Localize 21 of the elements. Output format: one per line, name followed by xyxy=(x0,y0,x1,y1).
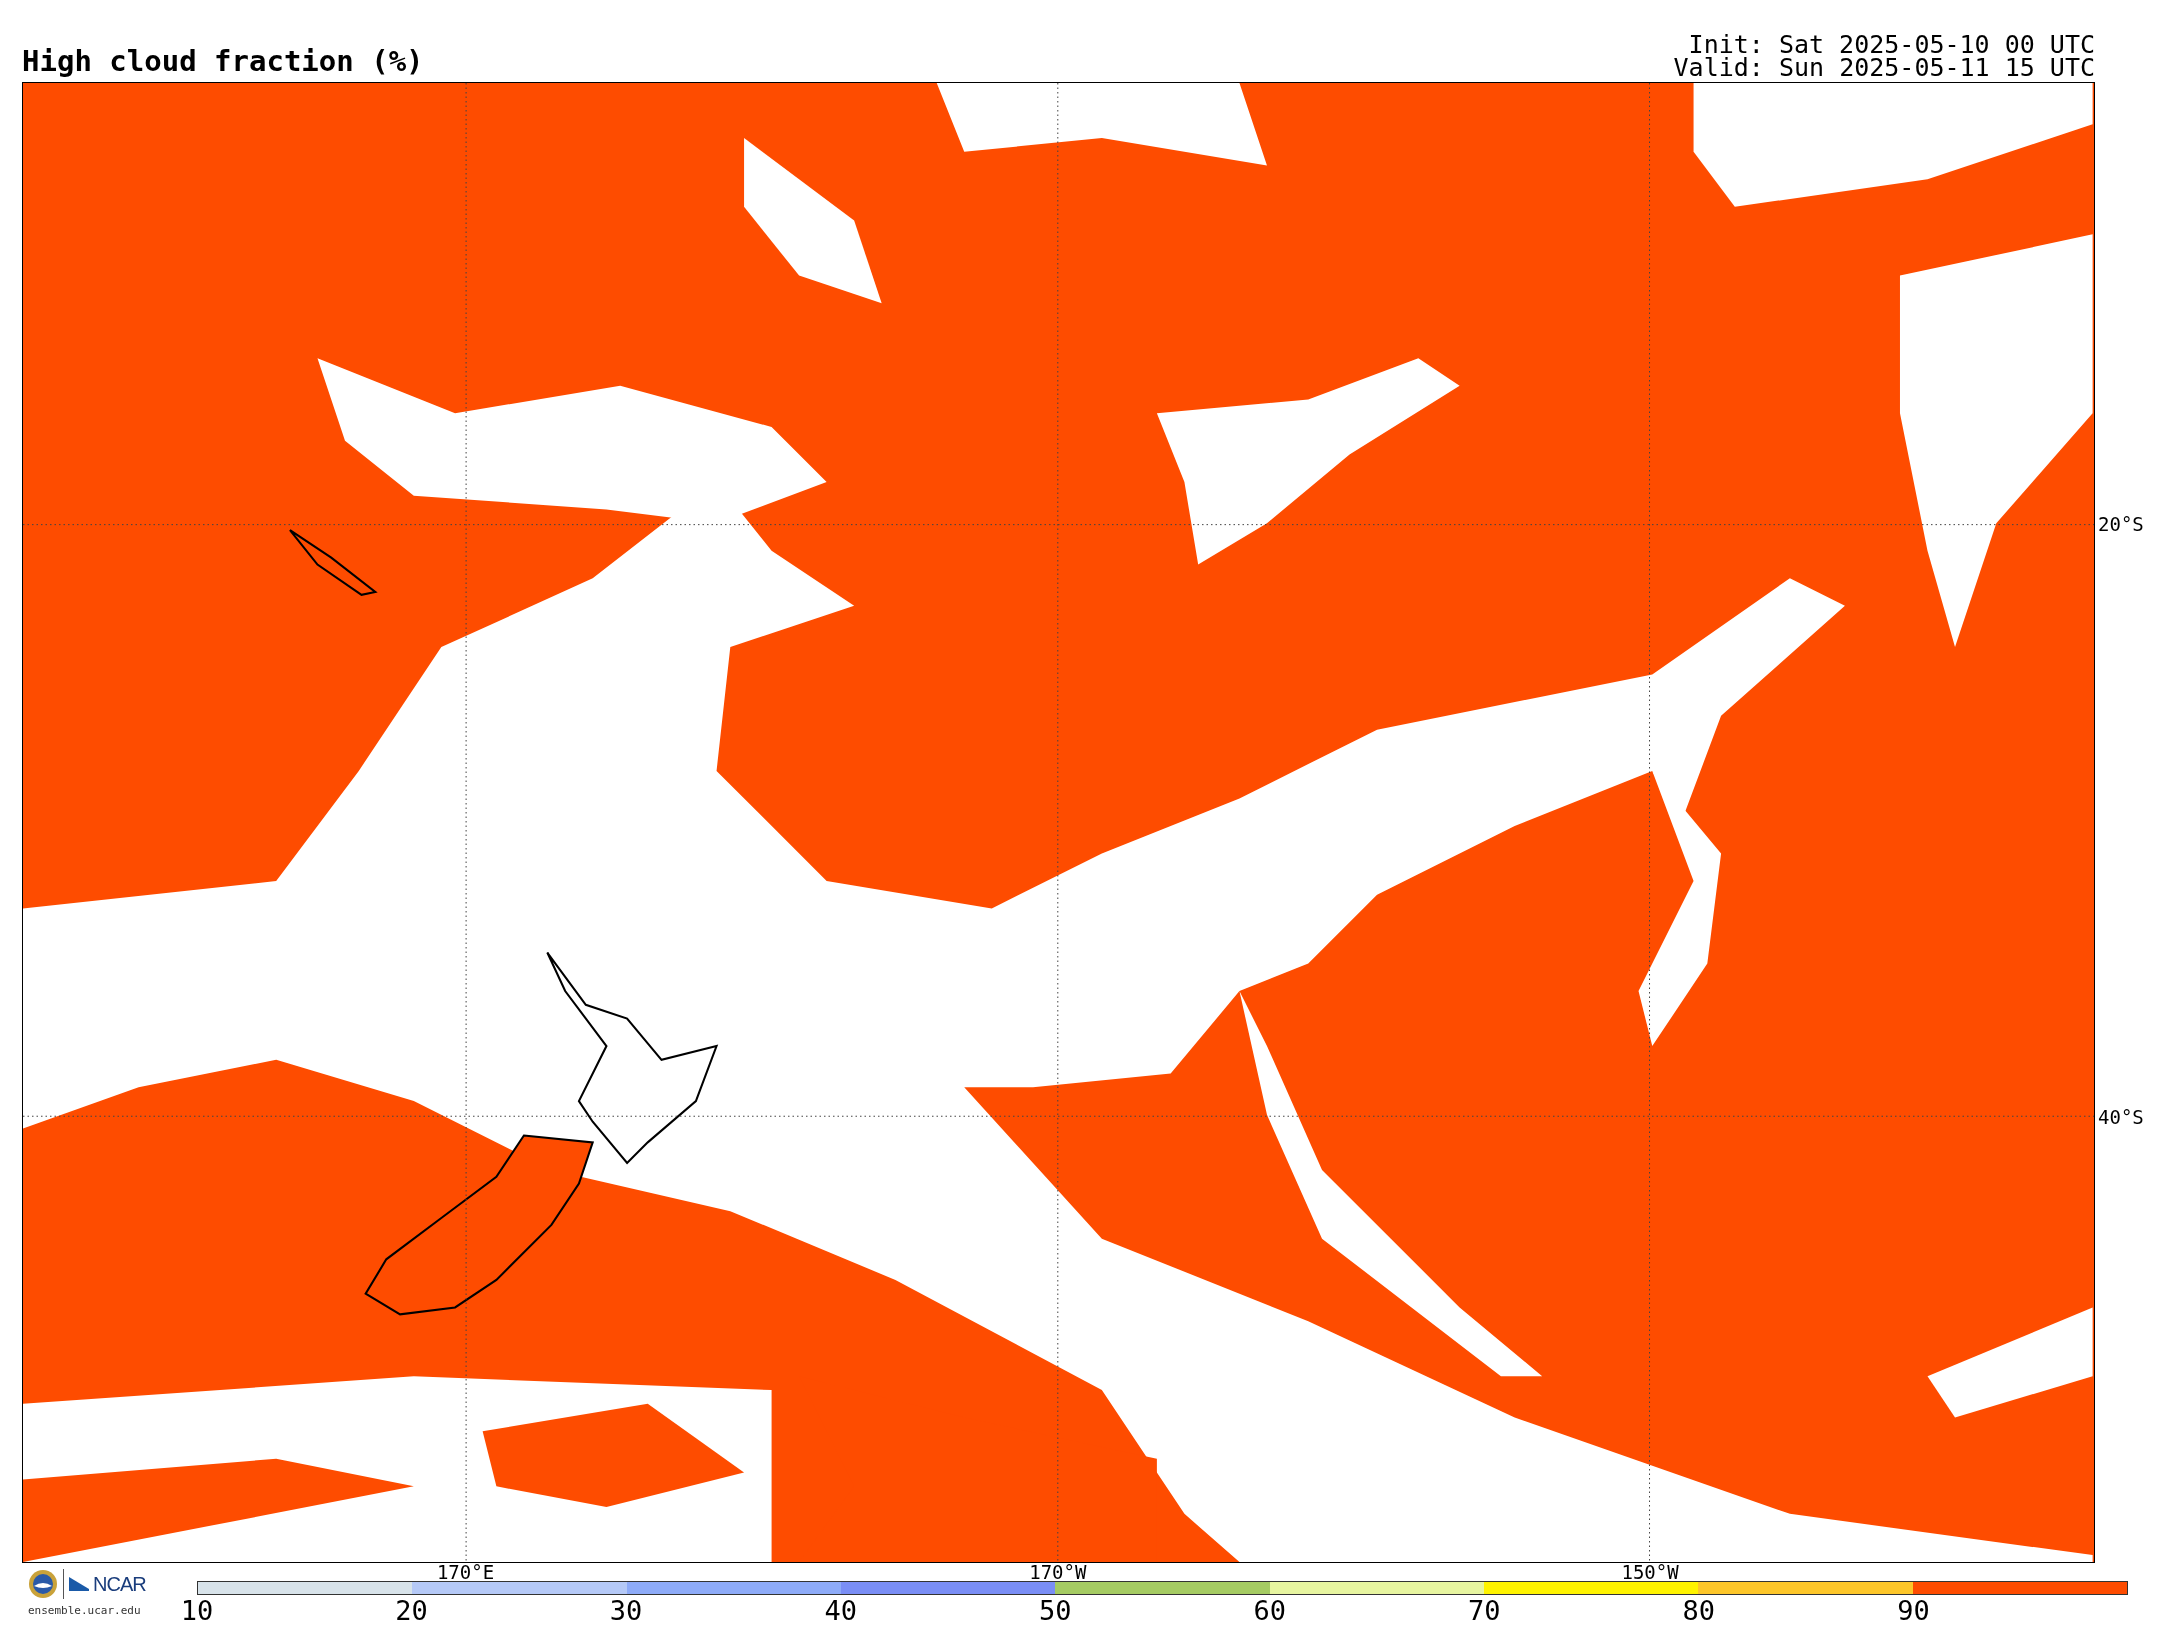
tick-label: 50 xyxy=(1038,1597,1072,1624)
longitude-label: 150°W xyxy=(1621,1563,1679,1582)
tick-label: 40 xyxy=(824,1597,857,1624)
logo-divider-icon xyxy=(62,1569,65,1599)
mountain-logo-icon xyxy=(69,1577,89,1591)
logo-text: NCAR xyxy=(93,1572,146,1597)
longitude-label: 170°E xyxy=(436,1563,495,1582)
tick-label: 20 xyxy=(395,1597,428,1624)
latitude-label: 20°S xyxy=(2098,514,2144,534)
init-time: Init: Sat 2025-05-10 00 UTC xyxy=(1688,33,2095,56)
chart-title: High cloud fraction (%) xyxy=(22,47,424,80)
latitude-label: 40°S xyxy=(2098,1107,2144,1127)
longitude-label: 170°W xyxy=(1029,1563,1087,1582)
tick-label: 30 xyxy=(609,1597,643,1624)
tick-label: 80 xyxy=(1682,1597,1716,1624)
seal-logo-icon xyxy=(28,1569,58,1599)
tick-label: 90 xyxy=(1897,1597,1930,1624)
valid-time: Valid: Sun 2025-05-11 15 UTC xyxy=(1673,56,2095,79)
tick-label: 10 xyxy=(180,1597,214,1624)
tick-label: 60 xyxy=(1253,1597,1286,1624)
tick-label: 70 xyxy=(1468,1597,1501,1624)
